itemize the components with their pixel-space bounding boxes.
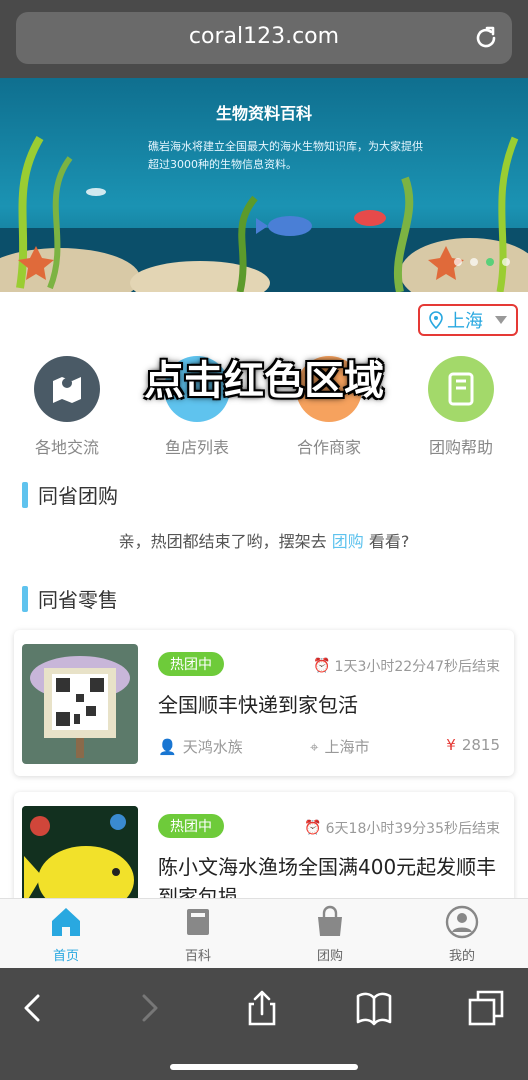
user-avatar-icon [445,905,479,939]
tab-label: 首页 [52,949,79,964]
app-tab-bar: 首页 百科 团购 我的 [0,898,528,968]
chevron-down-icon [495,316,507,324]
timer-text: 6天18小时39分35秒后结束 [325,821,500,837]
carousel-dot[interactable] [502,258,510,266]
store-city: ⌖ 上海市 [310,736,369,757]
user-icon: 👤 [158,737,177,756]
carousel-dot[interactable] [470,258,478,266]
tab-encyclopedia[interactable]: 百科 [148,905,248,964]
carousel-dot-active[interactable] [486,258,494,266]
product-title: 陈小文海水渔场全国满400元起发顺丰到家包损 [158,855,497,898]
quick-link-label: 各地交流 [34,438,99,457]
group-buy-section-title: 同省团购 [22,480,118,509]
banner-description: 礁岩海水将建立全国最大的海水生物知识库，为大家提供超过3000种的生物信息资料。 [148,140,423,171]
product-card[interactable]: 热团中 ⏰ 1天3小时22分47秒后结束 全国顺丰快递到家包活 👤 天鸿水族 ⌖… [14,630,514,776]
product-title: 全国顺丰快递到家包活 [158,693,358,717]
url-field[interactable]: coral123.com [16,12,512,64]
encyclopedia-banner[interactable]: 生物资料百科 礁岩海水将建立全国最大的海水生物知识库，为大家提供超过3000种的… [0,78,528,292]
alarm-clock-icon: ⏰ [304,820,322,836]
section-bar [22,585,28,612]
empty-prefix: 亲，热团都结束了哟，摆架去 [118,532,327,551]
tab-profile[interactable]: 我的 [412,905,512,964]
bookmarks-icon[interactable] [354,988,394,1028]
tab-home[interactable]: 首页 [16,905,116,964]
group-buy-empty-message: 亲，热团都结束了哟，摆架去 团购 看看? [0,528,528,552]
group-buy-link[interactable]: 团购 [332,532,364,551]
yuan-icon: ¥ [446,736,456,754]
shopping-bag-icon [318,905,342,936]
qr-code-image [22,644,138,764]
empty-suffix: 看看? [368,532,410,551]
main-content: 上海 各地交流 鱼店列表 合作商家 团购帮助 点击红色区域 同省团购 亲，热团都… [0,292,528,898]
retail-section-title: 同省零售 [22,584,118,613]
browser-toolbar [0,968,528,1080]
instruction-overlay: 点击红色区域 [144,358,384,404]
price: ¥ 2815 [446,736,500,754]
alarm-clock-icon: ⏰ [313,658,331,674]
tab-group-buy[interactable]: 团购 [280,905,380,964]
share-icon[interactable] [242,988,282,1028]
banner-title: 生物资料百科 [215,104,312,123]
product-card[interactable]: 热团中 ⏰ 6天18小时39分35秒后结束 陈小文海水渔场全国满400元起发顺丰… [14,792,514,898]
price-text: 2815 [461,736,500,754]
carousel-dots [454,258,510,266]
countdown-timer: ⏰ 1天3小时22分47秒后结束 [313,656,500,676]
section-bar [22,481,28,508]
quick-link-label: 鱼店列表 [164,438,229,457]
url-text: coral123.com [188,24,340,49]
tab-label: 百科 [184,949,211,964]
location-selector[interactable]: 上海 [418,304,518,336]
store-name-text: 天鸿水族 [182,738,243,756]
countdown-timer: ⏰ 6天18小时39分35秒后结束 [304,818,500,838]
section-title-text: 同省团购 [38,484,118,508]
city-text: 上海市 [324,738,370,756]
location-pin-icon [429,311,443,329]
carousel-dot[interactable] [454,258,462,266]
tab-label: 团购 [316,949,343,964]
hot-group-badge: 热团中 [158,652,224,676]
home-indicator[interactable] [170,1064,358,1070]
timer-text: 1天3小时22分47秒后结束 [334,659,500,675]
quick-link-label: 合作商家 [296,438,361,457]
browser-address-bar: coral123.com [0,0,528,78]
hot-group-badge: 热团中 [158,814,224,838]
home-icon [52,908,80,936]
section-title-text: 同省零售 [38,588,118,612]
store-name: 👤 天鸿水族 [158,736,243,757]
tabs-icon[interactable] [466,988,506,1028]
reload-icon[interactable] [472,24,500,52]
tang-fish-image [22,806,138,898]
forward-icon[interactable] [128,988,168,1028]
location-city: 上海 [447,311,483,332]
quick-link-label: 团购帮助 [428,438,493,457]
location-pin-icon: ⌖ [310,737,319,756]
back-icon[interactable] [14,988,54,1028]
book-icon [187,909,209,935]
tab-label: 我的 [448,949,475,964]
